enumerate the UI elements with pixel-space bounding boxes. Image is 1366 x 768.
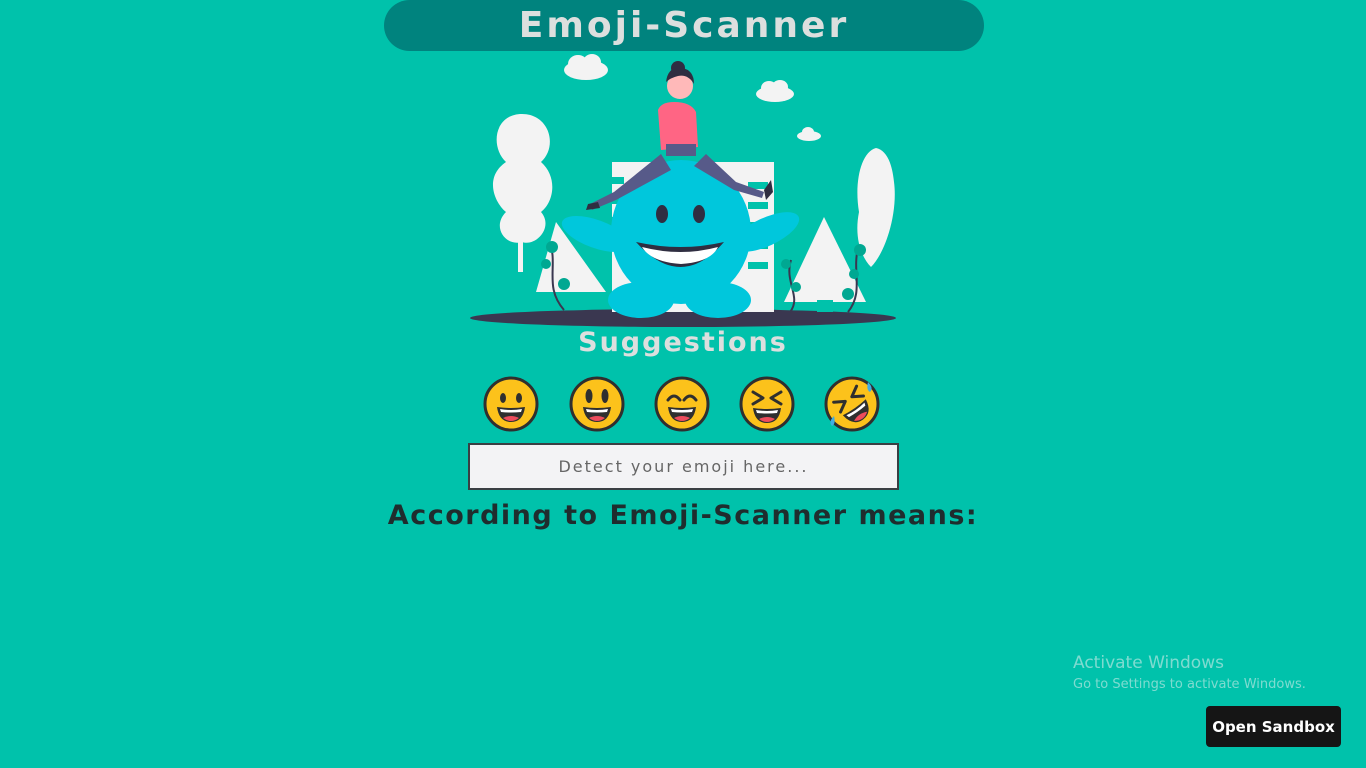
watermark-subtitle: Go to Settings to activate Windows. [1073,677,1306,692]
open-sandbox-button[interactable]: Open Sandbox [1206,706,1341,747]
cloud-icon [564,54,608,80]
watermark-title: Activate Windows [1073,653,1224,673]
header-bar: Emoji-Scanner [384,0,984,51]
smiling-eyes-face-icon[interactable] [654,376,710,432]
emoji-search-input[interactable] [468,443,899,490]
emoji-suggestions [483,376,883,432]
grinning-face-big-eyes-icon[interactable] [569,376,625,432]
page: Emoji-Scanner Suggestions Detect your em… [0,0,1366,768]
result-heading: According to Emoji-Scanner means: [387,500,979,531]
app-title: Emoji-Scanner [518,5,850,46]
windows-activation-watermark: Activate Windows Go to Settings to activ… [1073,652,1306,696]
squinting-face-icon[interactable] [739,376,795,432]
rolling-laughing-face-icon[interactable] [824,376,880,432]
cloud-icon [797,127,821,141]
hero-illustration [470,54,896,327]
cloud-icon [756,80,794,102]
grinning-face-icon[interactable] [483,376,539,432]
suggestions-title: Suggestions [578,327,788,358]
